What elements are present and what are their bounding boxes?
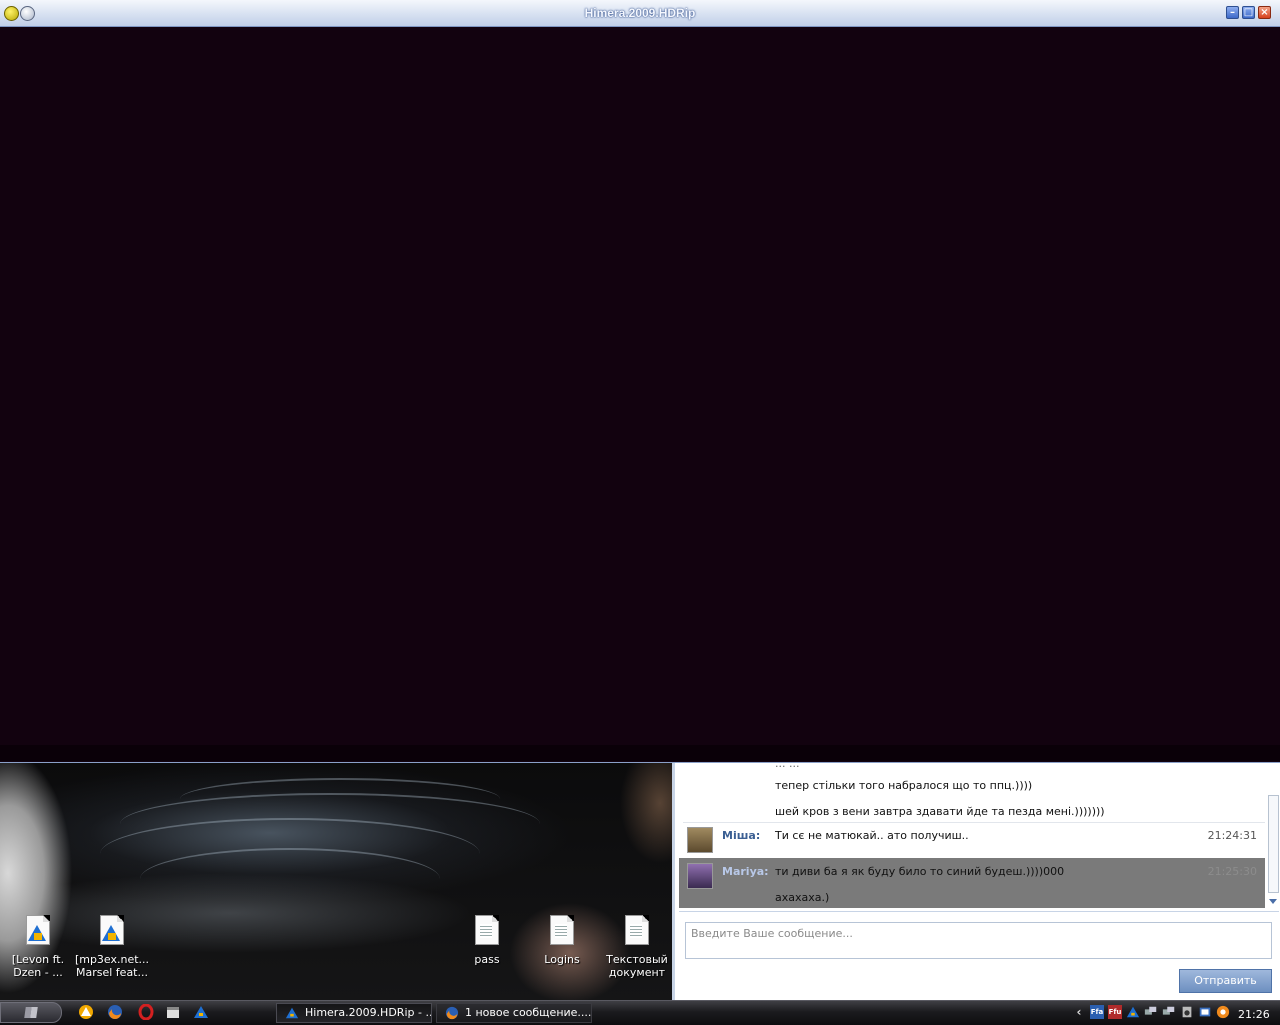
- message-text: шей кров з вени завтра здавати йде та пе…: [775, 805, 1105, 818]
- tray-app-icon[interactable]: Ffa: [1090, 1005, 1104, 1019]
- message-text: ти диви ба я як буду било то синий будеш…: [775, 865, 1065, 878]
- taskbar: Himera.2009.HDRip - ... 1 новое сообщени…: [0, 1000, 1280, 1025]
- player-title-bar[interactable]: Himera.2009.HDRip – □ ×: [0, 0, 1280, 27]
- sender-name[interactable]: Міша:: [722, 829, 760, 842]
- scroll-down-arrow-icon[interactable]: [1269, 899, 1277, 904]
- network-icon[interactable]: [1144, 1005, 1158, 1019]
- opera-icon[interactable]: [138, 1003, 154, 1021]
- desktop-icon-label: [mp3ex.net... Marsel feat...: [74, 953, 150, 979]
- windows-logo-icon: [24, 1007, 38, 1018]
- tray-expand-chevron-icon[interactable]: ‹: [1072, 1005, 1086, 1019]
- message-time: 21:24:31: [1207, 829, 1257, 842]
- message-text: тепер стільки того набралося що то ппц.)…: [775, 779, 1033, 792]
- firefox-icon: [445, 1006, 459, 1020]
- wallpaper-light-streak: [180, 778, 500, 820]
- avatar[interactable]: [687, 863, 713, 889]
- message-text: ахахаха.): [775, 891, 830, 904]
- tray-app-icon[interactable]: Ffu: [1108, 1005, 1122, 1019]
- player-bottom-bar: [0, 745, 1280, 761]
- desktop-icon-logins[interactable]: Logins: [524, 915, 600, 966]
- task-label: Himera.2009.HDRip - ...: [305, 1006, 432, 1019]
- message-time: 21:25:30: [1207, 865, 1257, 878]
- desktop-icon-pass[interactable]: pass: [449, 915, 525, 966]
- composer-divider: [679, 911, 1279, 912]
- aimp-tray-icon[interactable]: [1126, 1005, 1140, 1019]
- task-firefox-new-message[interactable]: 1 новое сообщение....: [436, 1003, 592, 1023]
- minimize-button[interactable]: –: [1226, 6, 1239, 19]
- player-title: Himera.2009.HDRip: [584, 6, 696, 20]
- message-input[interactable]: [685, 922, 1272, 959]
- chat-window: ... ... тепер стільки того набралося що …: [672, 763, 1280, 1000]
- aimp-audio-file-icon: [23, 915, 53, 949]
- text-document-icon: [547, 915, 577, 949]
- media-clapper-icon[interactable]: [165, 1004, 181, 1020]
- desktop-icon-levon[interactable]: [Levon ft. Dzen - ...: [0, 915, 76, 979]
- video-canvas[interactable]: [0, 27, 1280, 745]
- message-history[interactable]: ... ... тепер стільки того набралося що …: [679, 763, 1265, 909]
- icq-status-icon[interactable]: [1216, 1005, 1230, 1019]
- safely-remove-hardware-icon[interactable]: [1180, 1005, 1194, 1019]
- volume-icon[interactable]: [1198, 1005, 1212, 1019]
- message-scrollbar[interactable]: [1266, 791, 1280, 911]
- clock[interactable]: 21:26: [1238, 1008, 1270, 1021]
- message-text: ... ...: [775, 763, 800, 770]
- desktop-icon-label: Logins: [544, 953, 580, 966]
- text-document-icon: [472, 915, 502, 949]
- scroll-thumb[interactable]: [1268, 795, 1279, 893]
- desktop-icon-label: [Levon ft. Dzen - ...: [11, 953, 65, 979]
- avatar[interactable]: [687, 827, 713, 853]
- send-button[interactable]: Отправить: [1179, 969, 1272, 993]
- close-button[interactable]: ×: [1258, 6, 1271, 19]
- aimp-audio-file-icon: [97, 915, 127, 949]
- wallpaper-light-streak: [140, 848, 440, 910]
- message-row-highlighted: Mariya: ти диви ба я як буду било то син…: [679, 858, 1265, 908]
- desktop-icon-text-document[interactable]: Текстовый документ: [599, 915, 672, 979]
- task-label: 1 новое сообщение....: [465, 1006, 592, 1019]
- text-document-icon: [622, 915, 652, 949]
- message-text: Ти сє не матюкай.. ато получиш..: [775, 829, 969, 842]
- task-himera-player[interactable]: Himera.2009.HDRip - ...: [276, 1003, 432, 1023]
- media-player-window: Himera.2009.HDRip – □ ×: [0, 0, 1280, 763]
- firefox-icon[interactable]: [107, 1004, 123, 1020]
- desktop-icon-label: Текстовый документ: [606, 953, 668, 979]
- message-row: Міша: Ти сє не матюкай.. ато получиш.. 2…: [679, 825, 1265, 855]
- system-tray: ‹ Ffa Ffu 21:26: [1070, 1003, 1280, 1023]
- desktop-wallpaper[interactable]: [Levon ft. Dzen - ... [mp3ex.net... Mars…: [0, 763, 672, 1000]
- sender-name[interactable]: Mariya:: [722, 865, 769, 878]
- desktop-icon-label: pass: [474, 953, 500, 966]
- start-button[interactable]: [0, 1002, 62, 1023]
- aimp-icon[interactable]: [193, 1004, 209, 1020]
- maximize-button[interactable]: □: [1242, 6, 1255, 19]
- message-separator: [683, 822, 1265, 823]
- network-icon[interactable]: [1162, 1005, 1176, 1019]
- aimp-quicklaunch-icon[interactable]: [78, 1004, 94, 1020]
- aimp-icon: [285, 1006, 299, 1020]
- desktop-icon-mp3ex[interactable]: [mp3ex.net... Marsel feat...: [74, 915, 150, 979]
